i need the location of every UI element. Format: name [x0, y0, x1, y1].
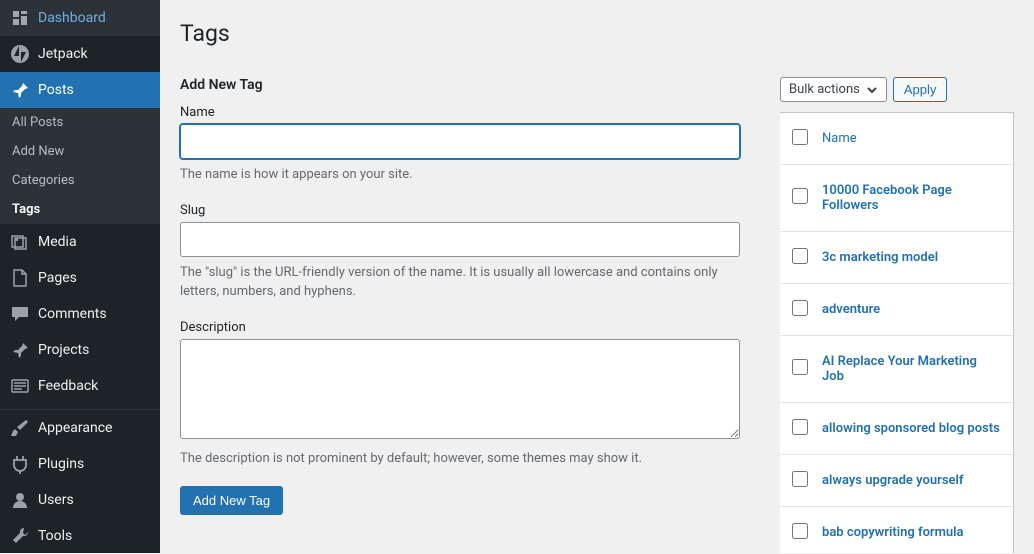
select-all-checkbox[interactable] [792, 129, 808, 145]
add-tag-form: Add New Tag Name The name is how it appe… [180, 77, 740, 553]
posts-submenu: All Posts Add New Categories Tags [0, 108, 160, 224]
sidebar-item-comments[interactable]: Comments [0, 296, 160, 332]
sidebar-item-label: Plugins [38, 456, 84, 472]
admin-sidebar: Dashboard Jetpack Posts All Posts Add Ne… [0, 0, 160, 553]
users-icon [10, 490, 30, 510]
tag-link[interactable]: bab copywriting formula [822, 525, 964, 540]
sidebar-item-tools[interactable]: Tools [0, 518, 160, 554]
sidebar-item-pages[interactable]: Pages [0, 260, 160, 296]
sidebar-item-label: Feedback [38, 378, 98, 394]
sidebar-item-dashboard[interactable]: Dashboard [0, 0, 160, 36]
chevron-down-icon [866, 84, 878, 96]
column-header-name[interactable]: Name [822, 131, 857, 146]
row-checkbox[interactable] [792, 300, 808, 316]
tag-link[interactable]: adventure [822, 302, 880, 317]
slug-label: Slug [180, 203, 740, 218]
sidebar-item-appearance[interactable]: Appearance [0, 410, 160, 446]
row-checkbox[interactable] [792, 523, 808, 539]
row-checkbox[interactable] [792, 359, 808, 375]
tag-link[interactable]: always upgrade yourself [822, 473, 964, 488]
description-input[interactable] [180, 339, 740, 439]
submenu-item-all-posts[interactable]: All Posts [0, 108, 160, 137]
submenu-item-tags[interactable]: Tags [0, 195, 160, 224]
slug-input[interactable] [180, 222, 740, 257]
sidebar-item-posts[interactable]: Posts [0, 72, 160, 108]
description-label: Description [180, 320, 740, 335]
table-row: adventure [780, 284, 1013, 336]
plugin-icon [10, 454, 30, 474]
apply-button[interactable]: Apply [893, 77, 948, 102]
page-title: Tags [180, 0, 1014, 57]
tag-link[interactable]: 3c marketing model [822, 250, 938, 265]
media-icon [10, 232, 30, 252]
submenu-item-add-new[interactable]: Add New [0, 137, 160, 166]
comments-icon [10, 304, 30, 324]
sidebar-item-jetpack[interactable]: Jetpack [0, 36, 160, 72]
sidebar-item-plugins[interactable]: Plugins [0, 446, 160, 482]
row-checkbox[interactable] [792, 188, 808, 204]
name-help: The name is how it appears on your site. [180, 165, 740, 185]
pin-icon [10, 80, 30, 100]
sidebar-item-label: Projects [38, 342, 89, 358]
sidebar-item-label: Media [38, 234, 77, 250]
projects-icon [10, 340, 30, 360]
table-row: AI Replace Your Marketing Job [780, 336, 1013, 403]
sidebar-item-feedback[interactable]: Feedback [0, 368, 160, 404]
tag-link[interactable]: allowing sponsored blog posts [822, 421, 1000, 436]
tag-link[interactable]: 10000 Facebook Page Followers [822, 183, 952, 213]
table-row: 3c marketing model [780, 232, 1013, 284]
dashboard-icon [10, 8, 30, 28]
add-new-tag-button[interactable]: Add New Tag [180, 486, 283, 515]
table-row: 10000 Facebook Page Followers [780, 165, 1013, 232]
pages-icon [10, 268, 30, 288]
sidebar-item-label: Tools [38, 528, 72, 544]
tools-icon [10, 526, 30, 546]
row-checkbox[interactable] [792, 248, 808, 264]
submenu-item-categories[interactable]: Categories [0, 166, 160, 195]
name-input[interactable] [180, 124, 740, 159]
tags-list-panel: Bulk actions Apply Name 10000 Facebook P… [780, 77, 1014, 553]
sidebar-item-users[interactable]: Users [0, 482, 160, 518]
table-row: always upgrade yourself [780, 455, 1013, 507]
tag-link[interactable]: AI Replace Your Marketing Job [822, 354, 977, 384]
bulk-actions-label: Bulk actions [789, 82, 860, 97]
table-row: bab copywriting formula [780, 507, 1013, 553]
sidebar-item-label: Appearance [38, 420, 112, 436]
feedback-icon [10, 376, 30, 396]
sidebar-item-media[interactable]: Media [0, 224, 160, 260]
sidebar-item-label: Jetpack [38, 46, 88, 62]
tags-table: Name 10000 Facebook Page Followers 3c mar… [780, 112, 1014, 553]
row-checkbox[interactable] [792, 419, 808, 435]
form-heading: Add New Tag [180, 77, 740, 93]
table-header-row: Name [780, 113, 1013, 165]
description-help: The description is not prominent by defa… [180, 449, 740, 469]
brush-icon [10, 418, 30, 438]
sidebar-item-projects[interactable]: Projects [0, 332, 160, 368]
sidebar-item-label: Pages [38, 270, 77, 286]
sidebar-item-label: Dashboard [38, 10, 106, 26]
sidebar-item-label: Comments [38, 306, 107, 322]
slug-help: The "slug" is the URL-friendly version o… [180, 263, 740, 302]
name-label: Name [180, 105, 740, 120]
row-checkbox[interactable] [792, 471, 808, 487]
sidebar-item-label: Posts [38, 82, 74, 98]
bulk-actions-select[interactable]: Bulk actions [780, 77, 887, 102]
table-row: allowing sponsored blog posts [780, 403, 1013, 455]
sidebar-item-label: Users [38, 492, 74, 508]
main-content: Tags Add New Tag Name The name is how it… [160, 0, 1034, 553]
jetpack-icon [10, 44, 30, 64]
